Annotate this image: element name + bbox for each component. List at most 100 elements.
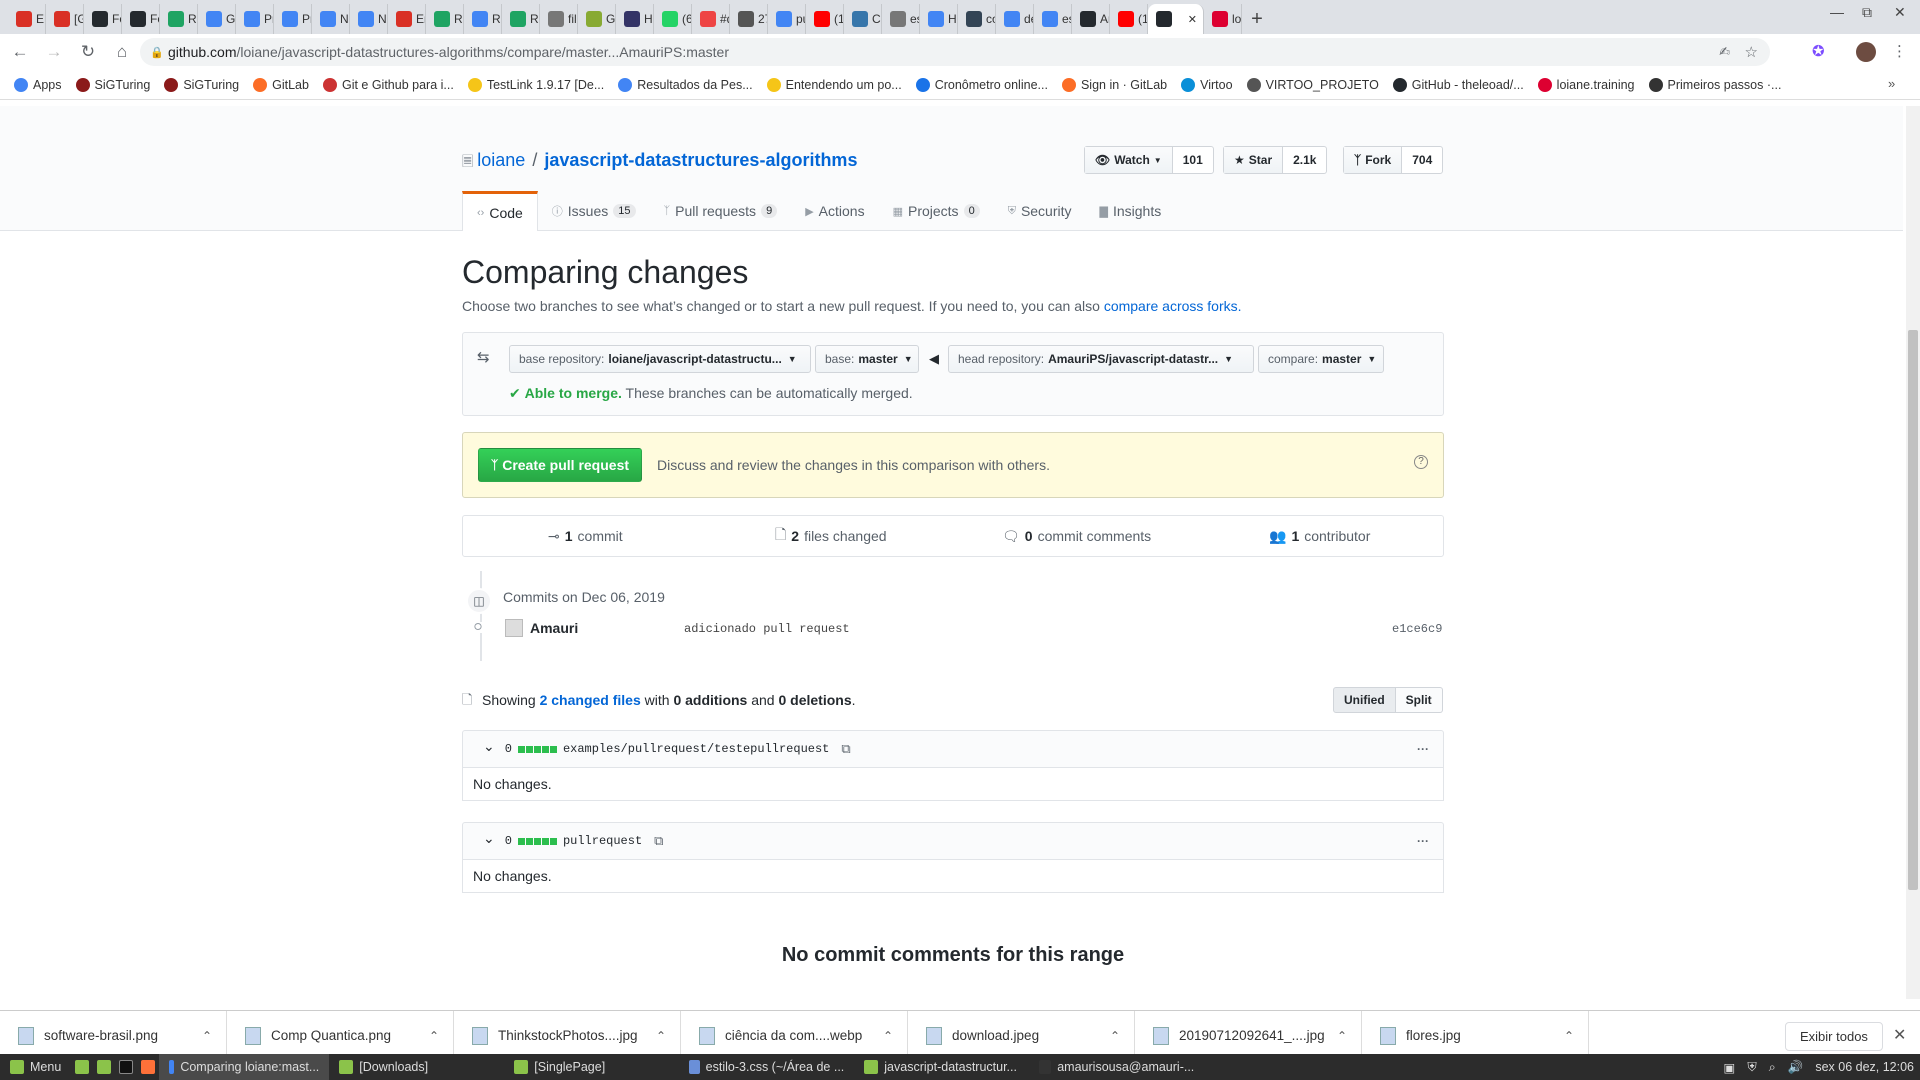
close-shelf-icon[interactable]: ✕ xyxy=(1893,1025,1906,1045)
browser-tab[interactable]: Nã xyxy=(350,4,388,34)
browser-tab[interactable]: Hi xyxy=(616,4,654,34)
bookmark-item[interactable]: Apps xyxy=(14,77,62,92)
taskbar-window-button[interactable]: Comparing loiane:mast... xyxy=(159,1054,330,1080)
taskbar-window-button[interactable]: [SinglePage] xyxy=(504,1054,679,1080)
base-branch-select[interactable]: base: master ▼ xyxy=(815,345,919,373)
browser-tab[interactable]: Re xyxy=(426,4,464,34)
bookmark-item[interactable]: VIRTOO_PROJETO xyxy=(1246,77,1379,92)
unified-button[interactable]: Unified xyxy=(1333,687,1396,713)
scrollbar-thumb[interactable] xyxy=(1908,330,1918,890)
chevron-up-icon[interactable]: ⌃ xyxy=(429,1029,439,1043)
home-icon[interactable]: ⌂ xyxy=(108,42,136,62)
chevron-up-icon[interactable]: ⌃ xyxy=(202,1029,212,1043)
download-item[interactable]: ThinkstockPhotos....jpg ⌃ xyxy=(454,1010,681,1061)
browser-tab[interactable]: Re xyxy=(160,4,198,34)
changed-files-link[interactable]: 2 changed files xyxy=(540,692,641,708)
bookmark-item[interactable]: Resultados da Pes... xyxy=(618,77,753,92)
fork-button[interactable]: ᛉ Fork 704 xyxy=(1343,146,1444,174)
reload-icon[interactable]: ↻ xyxy=(74,42,102,62)
chevron-up-icon[interactable]: ⌃ xyxy=(883,1029,893,1043)
browser-tab[interactable]: es xyxy=(1034,4,1072,34)
commit-author[interactable]: Amauri xyxy=(530,620,578,636)
browser-tab[interactable]: [G xyxy=(46,4,84,34)
bookmark-item[interactable]: SiGTuring xyxy=(75,77,150,92)
tab-issues[interactable]: ⓘ Issues 15 xyxy=(538,191,650,231)
bookmark-item[interactable]: Virtoo xyxy=(1181,77,1233,92)
forward-icon[interactable]: → xyxy=(40,42,68,62)
browser-tab[interactable]: Fo xyxy=(122,4,160,34)
browser-tab[interactable]: EN xyxy=(8,4,46,34)
tab-actions[interactable]: ▶ Actions xyxy=(791,191,878,231)
chevron-down-icon[interactable]: ⌄ xyxy=(483,738,495,755)
commit-sha[interactable]: e1ce6c9 xyxy=(1392,622,1442,636)
display-icon[interactable]: ▣ xyxy=(1724,1060,1736,1075)
address-bar[interactable]: 🔒 github.com/loiane/javascript-datastruc… xyxy=(140,38,1770,66)
bookmark-item[interactable]: GitHub - theleoad/... xyxy=(1392,77,1524,92)
taskbar-window-button[interactable]: javascript-datastructur... xyxy=(854,1054,1029,1080)
bookmark-item[interactable]: Primeiros passos ·... xyxy=(1648,77,1781,92)
bookmark-item[interactable]: Entendendo um po... xyxy=(766,77,902,92)
compare-forks-link[interactable]: compare across forks. xyxy=(1104,298,1242,314)
tab-code[interactable]: ‹› Code xyxy=(462,191,538,231)
clipboard-icon[interactable]: ⧉ xyxy=(841,741,850,757)
taskbar-window-button[interactable]: amaurisousa@amauri-... xyxy=(1029,1054,1204,1080)
browser-tab[interactable]: Pr xyxy=(274,4,312,34)
swap-arrows-icon[interactable]: ⇆ xyxy=(477,348,490,366)
back-icon[interactable]: ← xyxy=(6,42,34,62)
avatar[interactable] xyxy=(505,619,523,637)
wifi-icon[interactable]: ⌕ xyxy=(1769,1060,1776,1075)
files-icon[interactable] xyxy=(97,1060,112,1074)
download-item[interactable]: flores.jpg ⌃ xyxy=(1362,1010,1589,1061)
browser-tab[interactable]: En xyxy=(388,4,426,34)
chevron-up-icon[interactable]: ⌃ xyxy=(1337,1029,1347,1043)
bookmark-item[interactable]: Git e Github para i... xyxy=(322,77,454,92)
contributors-stat[interactable]: 👥 1 contributor xyxy=(1269,516,1370,556)
download-item[interactable]: software-brasil.png ⌃ xyxy=(0,1010,227,1061)
start-menu-button[interactable]: Menu xyxy=(0,1054,71,1080)
browser-tab[interactable]: (1 xyxy=(806,4,844,34)
chevron-up-icon[interactable]: ⌃ xyxy=(656,1029,666,1043)
browser-tab[interactable]: es xyxy=(882,4,920,34)
browser-tab[interactable]: Nã xyxy=(312,4,350,34)
create-pull-request-button[interactable]: ᛉ Create pull request xyxy=(478,448,643,482)
show-all-downloads-button[interactable]: Exibir todos xyxy=(1785,1022,1883,1051)
browser-tab[interactable]: Ha xyxy=(920,4,958,34)
star-button[interactable]: ★ Star 2.1k xyxy=(1223,146,1328,174)
browser-menu-icon[interactable]: ⋮ xyxy=(1892,42,1907,60)
bookmark-item[interactable]: Sign in · GitLab xyxy=(1061,77,1167,92)
taskbar-window-button[interactable]: estilo-3.css (~/Área de ... xyxy=(679,1054,854,1080)
close-window-icon[interactable]: ✕ xyxy=(1894,4,1906,21)
profile-avatar[interactable] xyxy=(1856,42,1876,62)
chevron-up-icon[interactable]: ⌃ xyxy=(1110,1029,1120,1043)
head-repository-select[interactable]: head repository: AmauriPS/javascript-data… xyxy=(948,345,1254,373)
browser-tab[interactable]: 27 xyxy=(730,4,768,34)
more-bookmarks-icon[interactable]: » xyxy=(1888,76,1895,91)
shield-tray-icon[interactable]: ⛨ xyxy=(1747,1060,1756,1075)
download-item[interactable]: 20190712092641_....jpg ⌃ xyxy=(1135,1010,1362,1061)
bookmark-star-icon[interactable]: ☆ xyxy=(1745,43,1758,61)
download-item[interactable]: ciência da com....webp ⌃ xyxy=(681,1010,908,1061)
browser-tab[interactable]: co xyxy=(958,4,996,34)
browser-tab[interactable]: ✕ xyxy=(1148,4,1204,34)
base-repository-select[interactable]: base repository: loiane/javascript-datast… xyxy=(509,345,811,373)
volume-icon[interactable]: 🔊 xyxy=(1788,1060,1804,1075)
terminal-icon[interactable] xyxy=(119,1060,134,1074)
repo-owner-link[interactable]: loiane xyxy=(477,150,525,170)
firefox-icon[interactable] xyxy=(141,1060,156,1074)
watch-button[interactable]: 👁 Watch ▼ 101 xyxy=(1084,146,1214,174)
desktop-icon[interactable] xyxy=(75,1060,90,1074)
browser-tab[interactable]: (1 xyxy=(1110,4,1148,34)
commit-comments-stat[interactable]: 🗨 0 commit comments xyxy=(1002,516,1151,556)
browser-tab[interactable]: An xyxy=(1072,4,1110,34)
help-icon[interactable]: ? xyxy=(1414,455,1428,469)
bookmark-item[interactable]: GitLab xyxy=(253,77,309,92)
new-tab-button[interactable]: + xyxy=(1242,4,1272,34)
commits-stat[interactable]: ⊸ 1 commit xyxy=(548,516,623,556)
close-tab-icon[interactable]: ✕ xyxy=(1188,13,1197,26)
browser-tab[interactable]: file xyxy=(540,4,578,34)
file-path[interactable]: examples/pullrequest/testepullrequest xyxy=(563,742,829,756)
split-button[interactable]: Split xyxy=(1395,687,1443,713)
browser-tab[interactable]: Pr xyxy=(236,4,274,34)
tab-security[interactable]: ⛨ Security xyxy=(994,191,1086,231)
bookmark-item[interactable]: Cronômetro online... xyxy=(915,77,1048,92)
